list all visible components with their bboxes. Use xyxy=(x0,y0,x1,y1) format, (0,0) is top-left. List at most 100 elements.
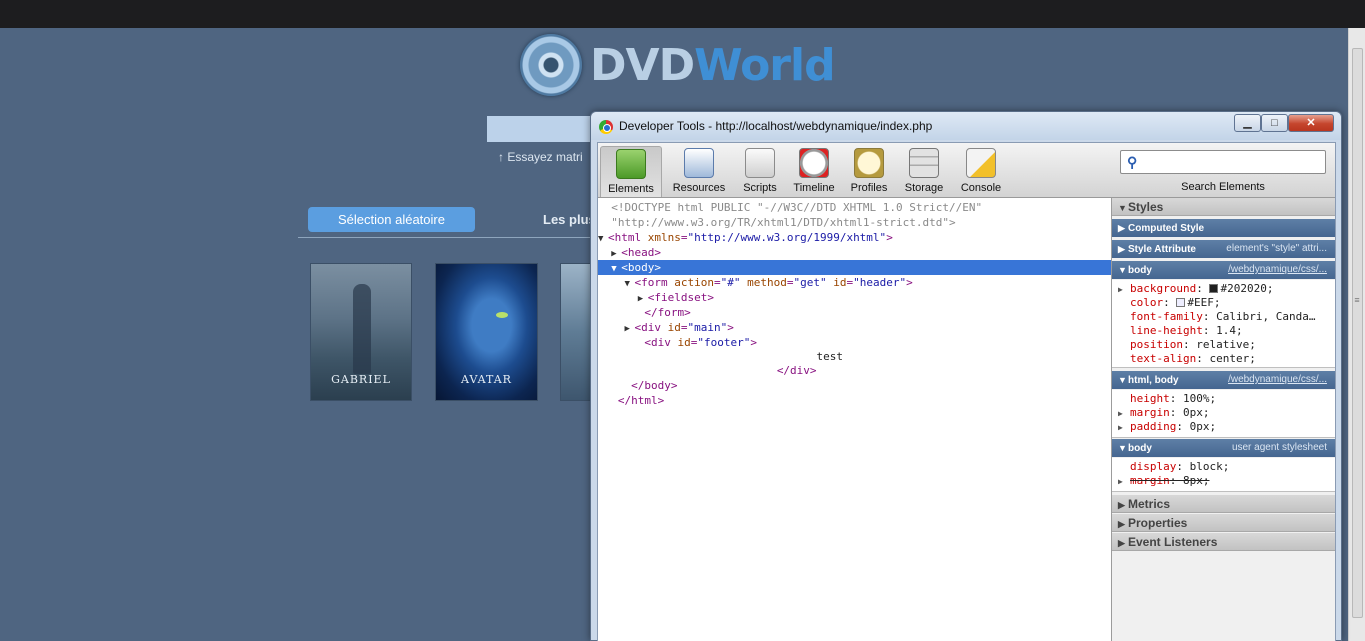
dom-fieldset-node[interactable]: ▶ <fieldset> xyxy=(598,290,1111,305)
color-swatch[interactable] xyxy=(1209,284,1219,293)
logo-world: World xyxy=(694,39,835,91)
toolbar-elements[interactable]: Elements xyxy=(600,146,662,197)
tab-most[interactable]: Les plus xyxy=(543,212,596,227)
expanded-triangle-icon: ▼ xyxy=(1118,443,1127,453)
prop-value: 0px; xyxy=(1183,406,1210,419)
attr-name: id xyxy=(667,321,681,334)
tag-form: <form xyxy=(634,276,675,289)
devtools-title-bar[interactable]: Developer Tools - http://localhost/webdy… xyxy=(591,112,1341,140)
rule-body-header[interactable]: ▼body/webdynamique/css/... xyxy=(1112,261,1335,279)
dom-footer-text[interactable]: test xyxy=(598,349,1111,364)
css-prop-height[interactable]: height: 100%; xyxy=(1112,392,1335,406)
css-prop-margin[interactable]: ▶ margin: 0px; xyxy=(1112,406,1335,420)
rule-html-body-header[interactable]: ▼html, body/webdynamique/css/... xyxy=(1112,371,1335,389)
close-button[interactable]: ✕ xyxy=(1288,114,1334,132)
collapsed-triangle-icon: ▶ xyxy=(1118,409,1123,418)
prop-value: 0px; xyxy=(1189,420,1217,433)
prop-name: text-align xyxy=(1130,352,1197,365)
dom-tree-panel[interactable]: <!DOCTYPE html PUBLIC "-//W3C//DTD XHTML… xyxy=(598,198,1111,641)
attr-value: "#" xyxy=(720,276,741,289)
dom-body-node-selected[interactable]: ▼ <body> xyxy=(598,260,1111,275)
dvdworld-logo[interactable]: DVDWorld xyxy=(520,34,836,96)
toolbar-profiles[interactable]: Profiles xyxy=(838,146,900,197)
attr-value: "header" xyxy=(853,276,907,289)
rule-user-agent-header[interactable]: ▼body user agent stylesheet xyxy=(1112,439,1335,457)
profiles-icon xyxy=(854,148,884,178)
minimize-button[interactable]: ▁ xyxy=(1234,114,1261,132)
css-prop-line-height[interactable]: line-height: 1.4; xyxy=(1112,324,1335,338)
page-scrollbar[interactable]: ≡ xyxy=(1348,28,1365,641)
css-prop-color[interactable]: color: #EEF; xyxy=(1112,296,1335,310)
tag-fieldset: <fieldset> xyxy=(647,291,714,304)
css-prop-position[interactable]: position: relative; xyxy=(1112,338,1335,352)
computed-style-header[interactable]: ▶ Computed Style xyxy=(1112,219,1335,237)
metrics-section-header[interactable]: ▶ Metrics xyxy=(1112,495,1335,513)
tag-form-close: </form> xyxy=(644,306,691,319)
event-listeners-section-header[interactable]: ▶ Event Listeners xyxy=(1112,533,1335,551)
attr-name: action xyxy=(674,276,714,289)
rule-source-link[interactable]: /webdynamique/css/... xyxy=(1228,261,1327,279)
prop-name: padding xyxy=(1130,420,1177,433)
tag-div: <div xyxy=(644,336,678,349)
dom-div-footer-node[interactable]: <div id="footer"> xyxy=(598,335,1111,350)
prop-value: center; xyxy=(1209,352,1256,365)
dom-form-close[interactable]: </form> xyxy=(598,305,1111,320)
poster-gabriel[interactable]: GABRIEL xyxy=(310,263,412,401)
toolbar-timeline-label: Timeline xyxy=(793,182,835,194)
properties-section-header[interactable]: ▶ Properties xyxy=(1112,514,1335,532)
style-attribute-label: Style Attribute xyxy=(1128,244,1196,255)
toolbar-scripts[interactable]: Scripts xyxy=(729,146,791,197)
css-prop-text-align[interactable]: text-align: center; xyxy=(1112,352,1335,366)
dom-html-close[interactable]: </html> xyxy=(598,393,1111,408)
css-prop-margin-overridden[interactable]: ▶ margin: 8px; xyxy=(1112,474,1335,488)
dom-body-close[interactable]: </body> xyxy=(598,378,1111,393)
expanded-triangle-icon: ▼ xyxy=(1118,375,1127,385)
css-prop-display[interactable]: display: block; xyxy=(1112,460,1335,474)
toolbar-storage[interactable]: Storage xyxy=(893,146,955,197)
dom-div-close[interactable]: </div> xyxy=(598,363,1111,378)
collapsed-triangle-icon: ▶ xyxy=(1118,244,1125,254)
tag-div: <div xyxy=(634,321,668,334)
site-search-input[interactable] xyxy=(487,116,597,142)
prop-value: 1.4; xyxy=(1216,324,1243,337)
dom-html-node[interactable]: ▼ <html xmlns="http://www.w3.org/1999/xht… xyxy=(598,230,1111,245)
css-prop-background[interactable]: ▶ background: #202020; xyxy=(1112,282,1335,296)
rule-source-note: user agent stylesheet xyxy=(1231,442,1327,453)
search-elements-input[interactable]: ⚲ xyxy=(1120,150,1326,174)
css-prop-font-family[interactable]: font-family: Calibri, Canda… xyxy=(1112,310,1335,324)
styles-section-header[interactable]: ▼Styles xyxy=(1112,198,1335,216)
attr-value: "get" xyxy=(793,276,827,289)
prop-value: Calibri, Canda… xyxy=(1216,310,1316,323)
dom-doctype-line1[interactable]: <!DOCTYPE html PUBLIC "-//W3C//DTD XHTML… xyxy=(598,200,1111,215)
scrollbar-thumb[interactable] xyxy=(1352,48,1363,618)
poster-third[interactable] xyxy=(560,263,592,401)
dom-div-main-node[interactable]: ▶ <div id="main"> xyxy=(598,320,1111,335)
computed-style-label: Computed Style xyxy=(1128,223,1205,234)
css-prop-padding[interactable]: ▶ padding: 0px; xyxy=(1112,420,1335,434)
toolbar-timeline[interactable]: Timeline xyxy=(783,146,845,197)
dvd-disc-icon xyxy=(520,34,582,96)
style-attribute-note: element's "style" attri... xyxy=(1226,243,1327,254)
dom-form-node[interactable]: ▼ <form action="#" method="get" id="heade… xyxy=(598,275,1111,290)
poster-avatar[interactable]: AVATAR xyxy=(435,263,538,401)
dom-head-node[interactable]: ▶ <head> xyxy=(598,245,1111,260)
toolbar-resources[interactable]: Resources xyxy=(668,146,730,197)
toolbar-profiles-label: Profiles xyxy=(850,182,888,194)
rule-selector: body xyxy=(1128,443,1152,454)
prop-value: 100%; xyxy=(1183,392,1217,405)
maximize-button[interactable]: □ xyxy=(1261,114,1288,132)
style-attribute-header[interactable]: ▶ Style Attribute element's "style" attri.… xyxy=(1112,240,1335,258)
rule-source-link[interactable]: /webdynamique/css/... xyxy=(1228,371,1327,389)
tag-html-close: </html> xyxy=(617,394,665,407)
devtools-window-title: Developer Tools - http://localhost/webdy… xyxy=(619,119,933,133)
styles-sidebar: ▼Styles ▶ Computed Style ▶ Style Attribute… xyxy=(1112,198,1335,641)
prop-name: position xyxy=(1130,338,1183,351)
logo-dvd: DVD xyxy=(590,39,695,91)
collapsed-triangle-icon: ▶ xyxy=(1118,223,1125,233)
dom-doctype-line2[interactable]: "http://www.w3.org/TR/xhtml1/DTD/xhtml1-… xyxy=(598,215,1111,230)
scrollbar-grip-icon: ≡ xyxy=(1354,295,1360,305)
toolbar-console[interactable]: Console xyxy=(950,146,1012,197)
tab-random-selection[interactable]: Sélection aléatoire xyxy=(308,207,475,232)
color-swatch[interactable] xyxy=(1176,298,1186,307)
prop-value: relative; xyxy=(1196,338,1256,351)
